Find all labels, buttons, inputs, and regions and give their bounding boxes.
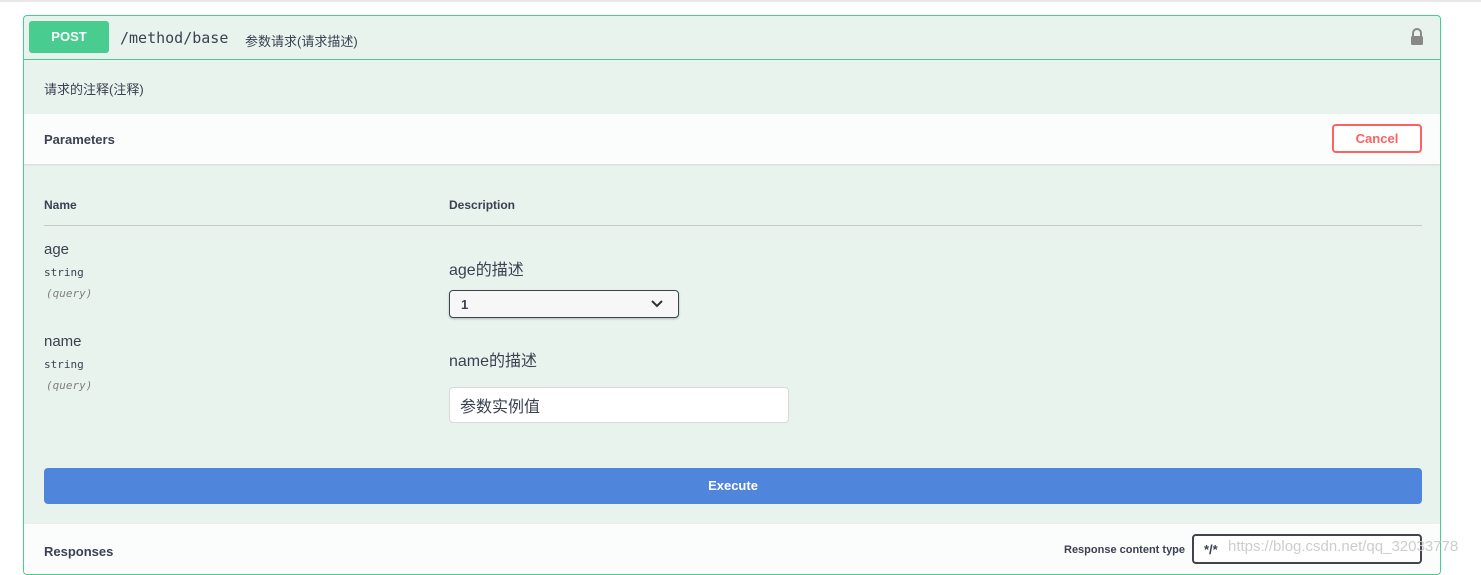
param-age-type: string [44, 266, 84, 279]
execute-button[interactable]: Execute [44, 468, 1422, 504]
chevron-down-icon [651, 300, 663, 308]
param-name-input[interactable] [449, 387, 789, 423]
response-content-type-label: Response content type [1064, 544, 1186, 556]
param-name-description: name的描述 [449, 353, 538, 370]
response-content-type-value: */* [1204, 542, 1218, 557]
method-badge: POST [29, 21, 109, 53]
parameters-header: Parameters Cancel [24, 114, 1440, 164]
column-header-description: Description [449, 198, 516, 212]
cancel-button[interactable]: Cancel [1332, 124, 1422, 153]
param-age-select[interactable]: 1 [449, 290, 679, 318]
param-age-name: age [44, 241, 70, 258]
operation-description: 请求的注释(注释) [44, 82, 144, 97]
watermark: https://blog.csdn.net/qq_32033778 [1228, 538, 1459, 555]
operation-path: /method/base [120, 29, 229, 47]
param-age-description: age的描述 [449, 262, 524, 279]
param-age-select-value: 1 [461, 297, 469, 312]
param-name-type: string [44, 358, 84, 371]
table-header-divider [44, 225, 1422, 226]
param-name-location: (query) [46, 379, 93, 392]
operation-summary-description: 参数请求(请求描述) [245, 34, 358, 49]
operation-summary[interactable]: POST /method/base 参数请求(请求描述) [24, 16, 1440, 60]
lock-icon[interactable] [1410, 28, 1424, 46]
operation-block-post: POST /method/base 参数请求(请求描述) 请求的注释(注释) P… [23, 15, 1441, 575]
param-age-location: (query) [46, 287, 93, 300]
responses-title: Responses [44, 544, 114, 559]
column-header-name: Name [44, 198, 77, 212]
top-divider [0, 0, 1481, 2]
parameters-title: Parameters [44, 132, 115, 147]
param-name-name: name [44, 333, 82, 350]
